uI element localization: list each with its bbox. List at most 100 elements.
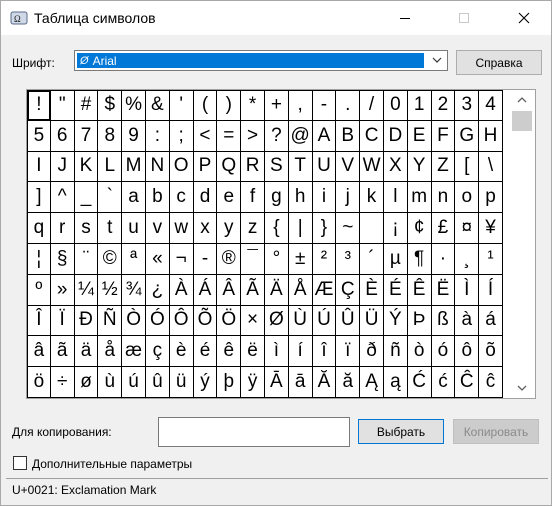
char-cell[interactable]: ° [264, 243, 289, 275]
char-cell[interactable]: ; [169, 120, 194, 152]
char-cell[interactable]: É [383, 274, 408, 306]
char-cell[interactable]: e [217, 182, 242, 214]
char-cell[interactable]: ½ [98, 274, 123, 306]
char-cell[interactable]: 4 [479, 90, 503, 121]
char-cell[interactable]: 1 [407, 90, 432, 121]
char-cell[interactable]: ü [169, 367, 194, 398]
char-cell[interactable]: ¸ [455, 243, 480, 275]
char-cell[interactable]: ä [74, 336, 99, 368]
scroll-down-icon[interactable] [517, 384, 527, 392]
char-cell[interactable]: 7 [74, 120, 99, 152]
char-cell[interactable]: * [241, 90, 265, 121]
char-cell[interactable]: » [50, 274, 75, 306]
char-cell[interactable]: F [431, 120, 456, 152]
char-cell[interactable]: 8 [98, 120, 123, 152]
char-cell[interactable]: ā [288, 367, 313, 398]
char-cell[interactable]: Ć [407, 367, 432, 398]
char-cell[interactable]: Ą [360, 367, 384, 398]
char-cell[interactable]: t [98, 213, 123, 244]
minimize-button[interactable] [382, 1, 428, 35]
char-cell[interactable]: ò [407, 336, 432, 368]
char-cell[interactable]: þ [217, 367, 242, 398]
char-cell[interactable]: Þ [407, 305, 432, 337]
char-cell[interactable]: Y [407, 151, 432, 183]
char-cell[interactable]: ! [27, 90, 51, 121]
char-cell[interactable]: ý [193, 367, 218, 398]
char-cell[interactable]: I [27, 151, 51, 183]
char-cell[interactable]: [ [455, 151, 480, 183]
char-cell[interactable]: c [169, 182, 194, 214]
char-cell[interactable]: Ø [264, 305, 289, 337]
char-cell[interactable]: õ [479, 336, 503, 368]
char-cell[interactable]: D [383, 120, 408, 152]
close-button[interactable] [501, 1, 547, 35]
char-cell[interactable]: " [50, 90, 75, 121]
char-cell[interactable]: z [241, 213, 265, 244]
char-cell[interactable]: ® [217, 243, 242, 275]
char-cell[interactable]: Ý [383, 305, 408, 337]
char-cell[interactable]: ¤ [455, 213, 480, 244]
char-cell[interactable]: f [241, 182, 265, 214]
char-cell[interactable]: C [360, 120, 384, 152]
char-cell[interactable]: Ā [264, 367, 289, 398]
char-cell[interactable]: d [193, 182, 218, 214]
char-cell[interactable]: Ô [169, 305, 194, 337]
char-cell[interactable]: { [264, 213, 289, 244]
grid-scrollbar[interactable] [509, 90, 535, 398]
char-cell[interactable]: y [217, 213, 242, 244]
char-cell[interactable]: b [145, 182, 170, 214]
char-cell[interactable]: h [288, 182, 313, 214]
char-cell[interactable]: a [122, 182, 146, 214]
char-cell[interactable]: ª [122, 243, 146, 275]
char-cell[interactable]: Q [217, 151, 242, 183]
char-cell[interactable]: ' [169, 90, 194, 121]
char-cell[interactable]: ¿ [145, 274, 170, 306]
char-cell[interactable]: q [27, 213, 51, 244]
char-cell[interactable]: ì [264, 336, 289, 368]
char-cell[interactable]: < [193, 120, 218, 152]
char-cell[interactable]: Ã [241, 274, 265, 306]
scroll-up-icon[interactable] [517, 96, 527, 104]
char-cell[interactable]: ( [193, 90, 218, 121]
char-cell[interactable]: , [288, 90, 313, 121]
char-cell[interactable]: ¢ [407, 213, 432, 244]
advanced-label[interactable]: Дополнительные параметры [32, 457, 192, 471]
char-cell[interactable]: ¯ [241, 243, 265, 275]
char-cell[interactable]: S [264, 151, 289, 183]
char-cell[interactable]: Í [479, 274, 503, 306]
char-cell[interactable]: ¼ [74, 274, 99, 306]
char-cell[interactable]: B [336, 120, 361, 152]
char-cell[interactable]: w [169, 213, 194, 244]
char-cell[interactable]: æ [122, 336, 146, 368]
char-cell[interactable]: å [98, 336, 123, 368]
char-cell[interactable]: Õ [193, 305, 218, 337]
char-cell[interactable]: N [145, 151, 170, 183]
char-cell[interactable]: + [264, 90, 289, 121]
char-cell[interactable]: L [98, 151, 123, 183]
char-cell[interactable]: ê [217, 336, 242, 368]
char-cell[interactable]: Ò [122, 305, 146, 337]
char-cell[interactable]: Ä [264, 274, 289, 306]
char-cell[interactable]: ´ [360, 243, 384, 275]
char-cell[interactable]: ] [27, 182, 51, 214]
char-cell[interactable]: 9 [122, 120, 146, 152]
char-cell[interactable]: £ [431, 213, 456, 244]
char-cell[interactable]: ø [74, 367, 99, 398]
char-cell[interactable]: Ă [312, 367, 337, 398]
char-cell[interactable]: s [74, 213, 99, 244]
char-cell[interactable]: Î [27, 305, 51, 337]
char-cell[interactable]: ¬ [169, 243, 194, 275]
char-cell[interactable]: _ [74, 182, 99, 214]
char-cell[interactable]: p [479, 182, 503, 214]
char-cell[interactable]: Z [431, 151, 456, 183]
char-cell[interactable]: ) [217, 90, 242, 121]
char-cell[interactable]: W [360, 151, 384, 183]
char-cell[interactable]: û [145, 367, 170, 398]
char-cell[interactable]: ó [431, 336, 456, 368]
scroll-thumb[interactable] [512, 111, 532, 131]
char-cell[interactable]: ± [288, 243, 313, 275]
char-cell[interactable]: ć [431, 367, 456, 398]
char-cell[interactable]: # [74, 90, 99, 121]
char-cell[interactable]: P [193, 151, 218, 183]
char-cell[interactable]: - [193, 243, 218, 275]
